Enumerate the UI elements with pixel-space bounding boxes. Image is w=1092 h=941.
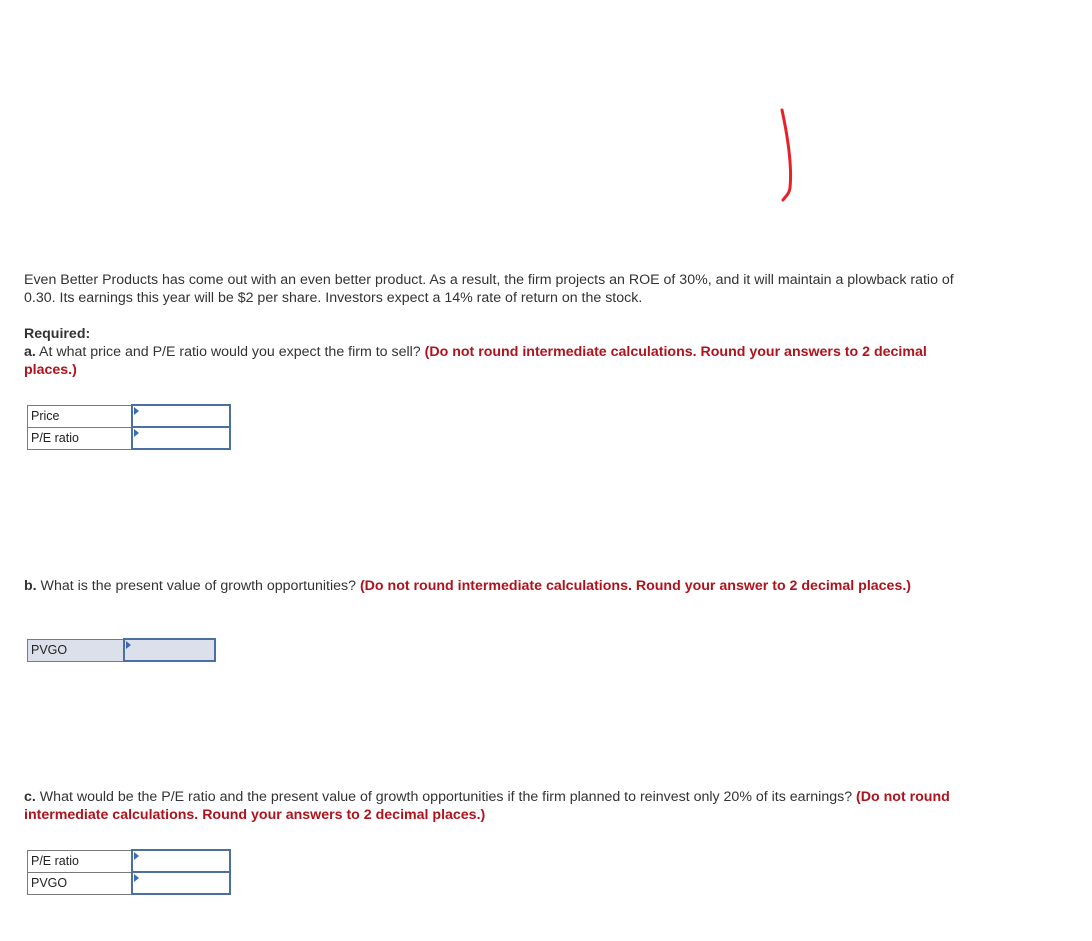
pvgo-c-input[interactable] [133, 873, 229, 893]
part-c-answer-table: P/E ratio PVGO [27, 849, 231, 895]
red-pen-annotation [780, 108, 792, 202]
price-cell [131, 404, 231, 428]
part-b-hint: (Do not round intermediate calculations.… [359, 578, 912, 594]
input-flag-icon [126, 641, 131, 649]
pvgo-cell [123, 638, 216, 662]
price-input[interactable] [133, 406, 229, 426]
answer-row-price: Price [27, 404, 231, 428]
part-a-text: At what price and P/E ratio would you ex… [35, 344, 425, 360]
pe-ratio-cell [131, 426, 231, 450]
problem-text: Even Better Products has come out with a… [24, 272, 954, 306]
pvgo-input[interactable] [125, 640, 214, 660]
pe-ratio-label: P/E ratio [27, 426, 133, 450]
pe-ratio-c-input[interactable] [133, 851, 229, 871]
pe-ratio-input[interactable] [133, 428, 229, 448]
answer-row-pe-ratio-c: P/E ratio [27, 849, 231, 873]
input-flag-icon [134, 874, 139, 882]
problem-statement: Even Better Products has come out with a… [24, 271, 954, 307]
part-a-letter: a. [24, 344, 36, 360]
answer-row-pe-ratio: P/E ratio [27, 426, 231, 450]
part-a-question: a. At what price and P/E ratio would you… [24, 343, 954, 379]
pvgo-c-cell [131, 871, 231, 895]
part-b-answer-table: PVGO [27, 638, 216, 662]
input-flag-icon [134, 852, 139, 860]
pvgo-label: PVGO [27, 638, 125, 662]
part-b-question: b. What is the present value of growth o… [24, 577, 954, 595]
part-b-text: What is the present value of growth oppo… [36, 578, 360, 594]
input-flag-icon [134, 407, 139, 415]
pe-ratio-c-cell [131, 849, 231, 873]
part-a-answer-table: Price P/E ratio [27, 404, 231, 450]
pvgo-c-label: PVGO [27, 871, 133, 895]
answer-row-pvgo: PVGO [27, 638, 216, 662]
part-b-letter: b. [24, 578, 37, 594]
part-c-letter: c. [24, 789, 36, 805]
part-c-question: c. What would be the P/E ratio and the p… [24, 788, 954, 824]
answer-row-pvgo-c: PVGO [27, 871, 231, 895]
price-label: Price [27, 404, 133, 428]
part-c-text: What would be the P/E ratio and the pres… [35, 789, 857, 805]
pe-ratio-c-label: P/E ratio [27, 849, 133, 873]
input-flag-icon [134, 429, 139, 437]
required-heading: Required: [24, 326, 91, 342]
